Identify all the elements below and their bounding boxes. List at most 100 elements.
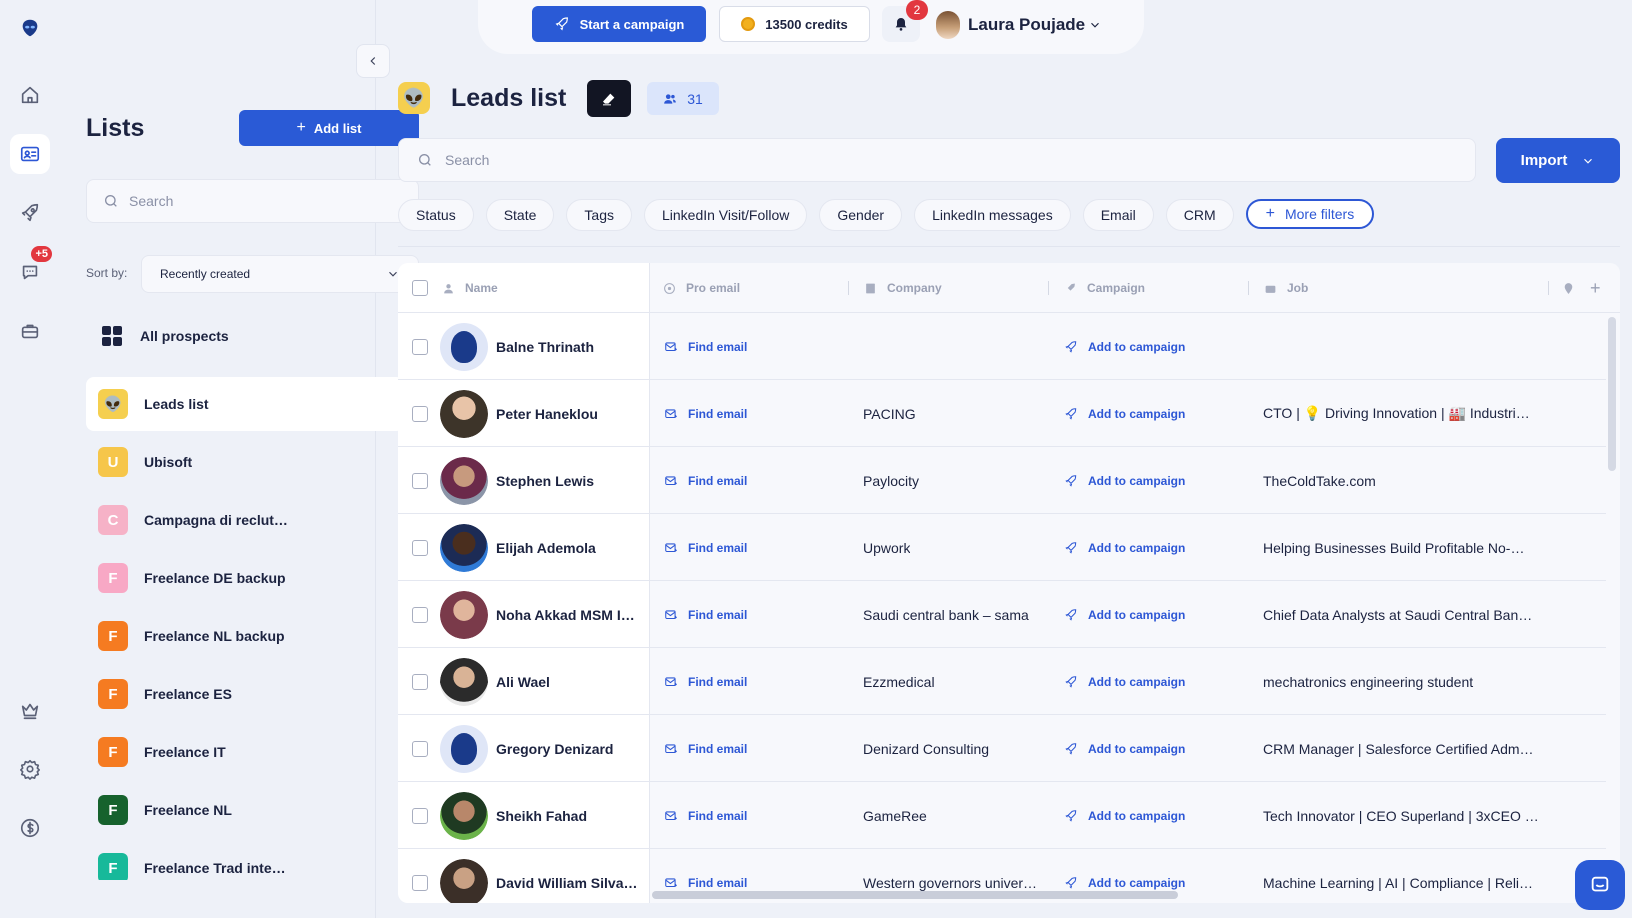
name-cell[interactable]: Elijah Ademola	[440, 514, 646, 581]
name-cell[interactable]: Ali Wael	[440, 648, 646, 715]
column-pro-email[interactable]: Pro email	[663, 263, 740, 313]
chevron-down-icon[interactable]	[1088, 18, 1102, 32]
all-prospects-item[interactable]: All prospects	[86, 318, 416, 354]
column-name[interactable]: Name	[442, 263, 498, 313]
add-to-campaign-link[interactable]: Add to campaign	[1064, 447, 1185, 514]
list-avatar: F	[98, 563, 128, 593]
table-vertical-scrollbar[interactable]	[1608, 317, 1616, 471]
rocket-icon[interactable]	[10, 193, 50, 233]
lists-search-input[interactable]: Search	[86, 179, 419, 223]
start-campaign-button[interactable]: Start a campaign	[532, 6, 706, 42]
add-to-campaign-link[interactable]: Add to campaign	[1064, 715, 1185, 782]
billing-icon[interactable]	[10, 808, 50, 848]
column-separator[interactable]	[848, 281, 849, 295]
row-checkbox[interactable]	[412, 380, 428, 447]
add-to-campaign-link[interactable]: Add to campaign	[1064, 514, 1185, 581]
filter-chip[interactable]: LinkedIn Visit/Follow	[643, 199, 808, 231]
list-item[interactable]: C Campagna di reclut…	[86, 493, 404, 547]
table-row[interactable]: Sheikh Fahad Find email GameRee Add to camp…	[398, 782, 1606, 849]
filter-chip[interactable]: CRM	[1165, 199, 1234, 231]
table-row[interactable]: Stephen Lewis Find email Paylocity Add to c…	[398, 447, 1606, 514]
more-filters-button[interactable]: + More filters	[1245, 199, 1375, 229]
crown-icon[interactable]	[10, 690, 50, 730]
column-separator[interactable]	[1548, 281, 1549, 295]
row-checkbox[interactable]	[412, 313, 428, 380]
table-row[interactable]: Balne Thrinath Find email Add to campaign	[398, 313, 1606, 380]
add-to-campaign-link[interactable]: Add to campaign	[1064, 380, 1185, 447]
list-item[interactable]: 👽 Leads list	[86, 377, 404, 431]
find-email-link[interactable]: Find email	[664, 380, 747, 447]
name-cell[interactable]: Gregory Denizard	[440, 715, 646, 782]
column-campaign[interactable]: Campaign	[1064, 263, 1145, 313]
find-email-link[interactable]: Find email	[664, 782, 747, 849]
filter-chip[interactable]: Gender	[819, 199, 903, 231]
name-cell[interactable]: Peter Haneklou	[440, 380, 646, 447]
mail-icon	[665, 877, 677, 887]
list-item[interactable]: U Ubisoft	[86, 435, 404, 489]
user-avatar[interactable]	[936, 11, 960, 39]
table-row[interactable]: Gregory Denizard Find email Denizard Consu…	[398, 715, 1606, 782]
collapse-panel-button[interactable]	[356, 44, 390, 78]
find-email-link[interactable]: Find email	[664, 313, 747, 380]
list-item[interactable]: F Freelance ES	[86, 667, 404, 721]
table-horizontal-scrollbar[interactable]	[652, 891, 1178, 899]
home-icon[interactable]	[10, 75, 50, 115]
name-cell[interactable]: David William Silva …	[440, 849, 646, 903]
filter-chip[interactable]: Email	[1082, 199, 1154, 231]
row-checkbox[interactable]	[412, 782, 428, 849]
table-row[interactable]: Ali Wael Find email Ezzmedical Add to campa…	[398, 648, 1606, 715]
column-job[interactable]: Job	[1264, 263, 1308, 313]
table-row[interactable]: Noha Akkad MSM I… Find email Saudi central…	[398, 581, 1606, 648]
list-item[interactable]: F Freelance NL backup	[86, 609, 404, 663]
filter-chip[interactable]: LinkedIn messages	[914, 199, 1071, 231]
leads-count-chip[interactable]: 31	[647, 82, 719, 115]
location-icon[interactable]	[1562, 263, 1575, 313]
briefcase-icon[interactable]	[10, 311, 50, 351]
add-to-campaign-link[interactable]: Add to campaign	[1064, 313, 1185, 380]
column-separator[interactable]	[1048, 281, 1049, 295]
table-row[interactable]: Peter Haneklou Find email PACING Add to cam…	[398, 380, 1606, 447]
column-separator[interactable]	[1248, 281, 1249, 295]
support-chat-button[interactable]	[1575, 860, 1625, 910]
name-cell[interactable]: Sheikh Fahad	[440, 782, 646, 849]
find-email-link[interactable]: Find email	[664, 447, 747, 514]
column-company[interactable]: Company	[864, 263, 942, 313]
name-cell[interactable]: Balne Thrinath	[440, 313, 646, 380]
select-all-checkbox[interactable]	[412, 263, 428, 313]
credits-button[interactable]: 13500 credits	[719, 6, 870, 42]
contacts-icon[interactable]	[10, 134, 50, 174]
filter-chip[interactable]: Status	[398, 199, 474, 231]
row-checkbox[interactable]	[412, 447, 428, 514]
filter-chip[interactable]: State	[485, 199, 555, 231]
name-cell[interactable]: Noha Akkad MSM I…	[440, 581, 646, 648]
filter-chip[interactable]: Tags	[566, 199, 632, 231]
name-cell[interactable]: Stephen Lewis	[440, 447, 646, 514]
add-column-button[interactable]: +	[1590, 263, 1601, 313]
row-checkbox[interactable]	[412, 514, 428, 581]
gear-icon[interactable]	[10, 749, 50, 789]
row-checkbox[interactable]	[412, 715, 428, 782]
list-item[interactable]: F Freelance DE backup	[86, 551, 404, 605]
find-email-link[interactable]: Find email	[664, 514, 747, 581]
import-button[interactable]: Import	[1496, 138, 1620, 183]
find-email-link[interactable]: Find email	[664, 648, 747, 715]
list-item[interactable]: F Freelance Trad inte…	[86, 841, 404, 880]
leads-search-input[interactable]: Search	[398, 138, 1476, 182]
find-email-link[interactable]: Find email	[664, 581, 747, 648]
row-checkbox[interactable]	[412, 581, 428, 648]
list-item[interactable]: F Freelance IT	[86, 725, 404, 779]
find-email-link[interactable]: Find email	[664, 715, 747, 782]
messages-icon[interactable]: +5	[10, 246, 52, 292]
add-list-button[interactable]: + Add list	[239, 110, 419, 146]
list-item[interactable]: F Freelance NL	[86, 783, 404, 837]
edit-list-button[interactable]	[587, 80, 631, 117]
add-to-campaign-link[interactable]: Add to campaign	[1064, 581, 1185, 648]
row-checkbox[interactable]	[412, 648, 428, 715]
row-checkbox[interactable]	[412, 849, 428, 903]
sort-select[interactable]: Recently created	[141, 255, 419, 293]
logo-icon[interactable]	[10, 8, 50, 48]
table-row[interactable]: Elijah Ademola Find email Upwork Add to cam…	[398, 514, 1606, 581]
add-to-campaign-link[interactable]: Add to campaign	[1064, 782, 1185, 849]
user-name[interactable]: Laura Poujade	[968, 15, 1085, 35]
add-to-campaign-link[interactable]: Add to campaign	[1064, 648, 1185, 715]
